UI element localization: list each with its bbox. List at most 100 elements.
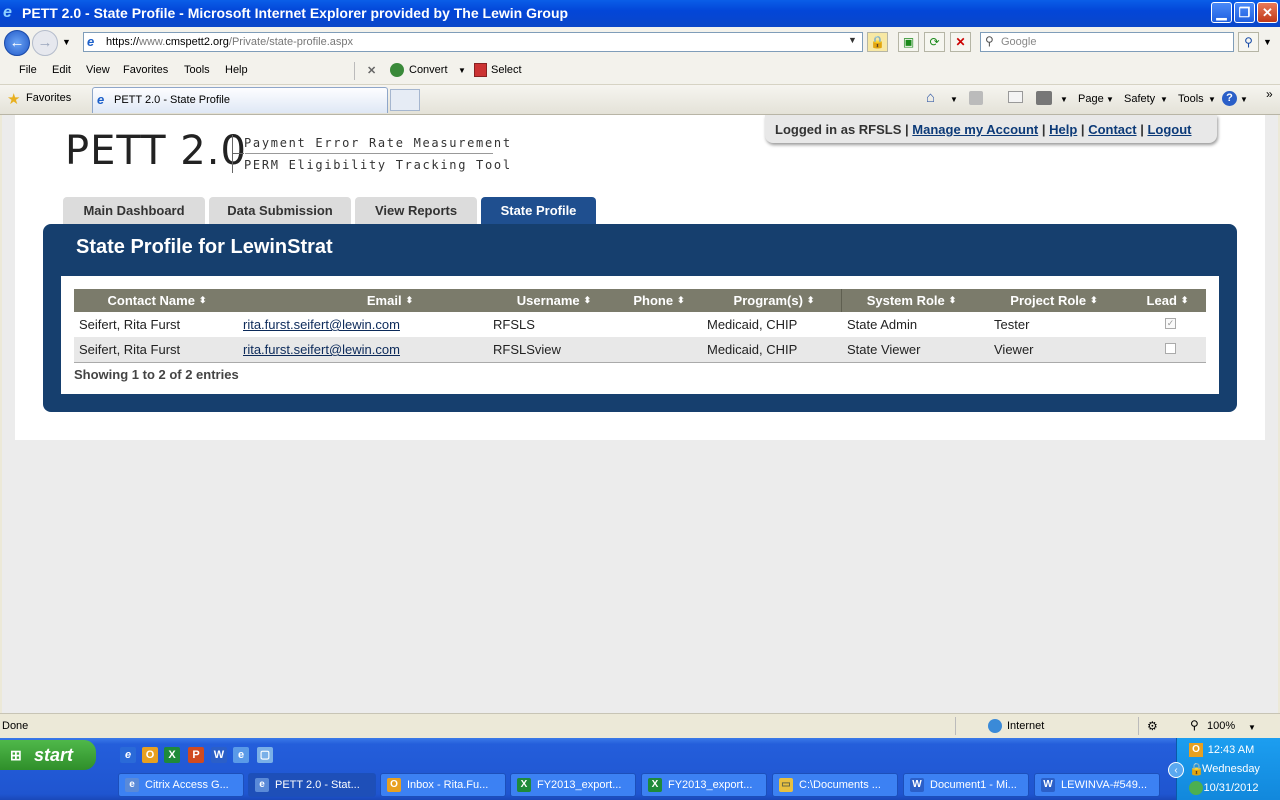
tab-main-dashboard[interactable]: Main Dashboard [63, 197, 205, 224]
back-arrow-icon[interactable]: ← [4, 30, 30, 56]
search-go-icon[interactable]: ⚲ [1238, 32, 1259, 52]
th-phone[interactable]: Phone ⬍ [619, 289, 699, 312]
print-dropdown-icon[interactable]: ▼ [1060, 95, 1068, 104]
task-excel-icon: X [517, 778, 531, 792]
logout-link[interactable]: Logout [1147, 122, 1191, 137]
tab-state-profile[interactable]: State Profile [481, 197, 596, 224]
th-programs[interactable]: Program(s) ⬍ [704, 289, 844, 312]
task-explorer[interactable]: ▭ C:\Documents ... [772, 773, 898, 797]
menu-favorites[interactable]: Favorites [123, 64, 168, 76]
sort-icon: ⬍ [1180, 295, 1189, 305]
contact-link[interactable]: Contact [1088, 122, 1136, 137]
cell-username: RFSLSview [493, 342, 561, 357]
zoom-icon[interactable]: ⚲ [1190, 718, 1199, 732]
task-inbox[interactable]: O Inbox - Rita.Fu... [380, 773, 506, 797]
address-dropdown-icon[interactable]: ▼ [848, 35, 857, 45]
stop-icon[interactable]: ✕ [950, 32, 971, 52]
menu-view[interactable]: View [86, 64, 110, 76]
ie-logo-icon: e [3, 4, 12, 21]
print-icon[interactable] [1036, 91, 1052, 105]
address-input[interactable]: e https://www.cmspett2.org/Private/state… [83, 32, 863, 52]
quicklaunch-outlook-icon[interactable]: O [142, 747, 158, 763]
quicklaunch-ie-icon[interactable]: e [120, 747, 136, 763]
windows-flag-icon: ⊞ [10, 747, 22, 763]
clock-time[interactable]: 12:43 AM [1181, 744, 1280, 756]
globe-icon [988, 719, 1002, 733]
close-button[interactable]: ✕ [1257, 2, 1278, 23]
compatibility-icon[interactable]: ▣ [898, 32, 919, 52]
th-contact-name[interactable]: Contact Name ⬍ [74, 289, 240, 312]
manage-account-link[interactable]: Manage my Account [912, 122, 1038, 137]
th-username[interactable]: Username ⬍ [494, 289, 614, 312]
status-bar: Done Internet ⚙ ⚲ 100% ▼ [0, 713, 1280, 739]
browser-tab-active[interactable]: e PETT 2.0 - State Profile [92, 87, 388, 113]
safety-menu-button[interactable]: Safety [1124, 93, 1155, 105]
select-button[interactable]: Select [491, 64, 522, 76]
email-link[interactable]: rita.furst.seifert@lewin.com [243, 342, 400, 357]
home-dropdown-icon[interactable]: ▼ [950, 95, 958, 104]
new-tab-button[interactable] [390, 89, 420, 111]
favorites-star-icon: ★ [7, 91, 21, 108]
site-logo[interactable]: PETT 2.0 [65, 129, 247, 173]
mail-icon[interactable] [1008, 91, 1023, 103]
email-link[interactable]: rita.furst.seifert@lewin.com [243, 317, 400, 332]
feeds-icon[interactable] [969, 91, 983, 105]
status-divider [1138, 717, 1139, 735]
help-icon[interactable]: ? [1222, 91, 1237, 106]
search-options-icon[interactable]: ▼ [1263, 37, 1272, 47]
start-button[interactable]: ⊞ start [0, 740, 96, 770]
restore-button[interactable]: ❐ [1234, 2, 1255, 23]
history-dropdown-icon[interactable]: ▼ [62, 37, 71, 47]
search-placeholder: Google [1001, 36, 1037, 48]
user-links: Logged in as RFSLS | Manage my Account |… [775, 122, 1192, 137]
menu-tools[interactable]: Tools [184, 64, 210, 76]
lead-checkbox[interactable]: ✓ [1165, 318, 1176, 329]
help-link[interactable]: Help [1049, 122, 1077, 137]
page-container: PETT 2.0 Payment Error Rate Measurement … [15, 115, 1265, 440]
minimize-button[interactable]: ▁ [1211, 2, 1232, 23]
page-menu-button[interactable]: Page [1078, 93, 1104, 105]
home-icon[interactable]: ⌂ [926, 89, 935, 106]
tools-menu-button[interactable]: Tools [1178, 93, 1204, 105]
menu-edit[interactable]: Edit [52, 64, 71, 76]
help-dropdown-icon[interactable]: ▼ [1240, 95, 1248, 104]
lock-icon[interactable]: 🔒 [867, 32, 888, 52]
favorites-button[interactable]: Favorites [26, 92, 71, 104]
tab-data-submission[interactable]: Data Submission [209, 197, 351, 224]
zoom-level[interactable]: 100% [1207, 720, 1235, 732]
task-word-icon: W [910, 778, 924, 792]
th-project-role[interactable]: Project Role ⬍ [984, 289, 1124, 312]
th-system-role[interactable]: System Role ⬍ [844, 289, 979, 312]
protected-mode-icon[interactable]: ⚙ [1147, 719, 1158, 733]
task-word-2[interactable]: W LEWINVA-#549... [1034, 773, 1160, 797]
convert-dropdown-icon[interactable]: ▼ [458, 66, 466, 75]
window-title-bar[interactable]: e PETT 2.0 - State Profile - Microsoft I… [0, 0, 1280, 27]
tab-view-reports[interactable]: View Reports [355, 197, 477, 224]
cell-programs: Medicaid, CHIP [707, 342, 798, 357]
task-word-1[interactable]: W Document1 - Mi... [903, 773, 1029, 797]
browser-tab-title: PETT 2.0 - State Profile [114, 94, 230, 106]
chevron-more-icon[interactable]: » [1266, 87, 1273, 101]
menu-help[interactable]: Help [225, 64, 248, 76]
quicklaunch-word-icon[interactable]: W [211, 747, 227, 763]
menu-file[interactable]: File [19, 64, 37, 76]
toolbar-close-icon[interactable]: ✕ [367, 64, 376, 77]
task-excel-2[interactable]: X FY2013_export... [641, 773, 767, 797]
quicklaunch-desktop-icon[interactable]: ▢ [257, 747, 273, 763]
forward-arrow-icon[interactable]: → [32, 30, 58, 56]
refresh-icon[interactable]: ⟳ [924, 32, 945, 52]
safety-dropdown-icon: ▼ [1160, 95, 1168, 104]
quicklaunch-powerpoint-icon[interactable]: P [188, 747, 204, 763]
task-excel-1[interactable]: X FY2013_export... [510, 773, 636, 797]
lead-checkbox[interactable] [1165, 343, 1176, 354]
task-citrix[interactable]: e Citrix Access G... [118, 773, 244, 797]
page-favicon-icon: e [87, 34, 95, 49]
th-lead[interactable]: Lead ⬍ [1129, 289, 1206, 312]
zoom-dropdown-icon[interactable]: ▼ [1248, 723, 1256, 732]
separator: | [1140, 122, 1144, 137]
task-pett[interactable]: e PETT 2.0 - Stat... [248, 773, 376, 797]
search-input[interactable]: ⚲ Google [980, 32, 1234, 52]
quicklaunch-excel-icon[interactable]: X [164, 747, 180, 763]
quicklaunch-browser-icon[interactable]: e [233, 747, 249, 763]
convert-button[interactable]: Convert [409, 64, 448, 76]
